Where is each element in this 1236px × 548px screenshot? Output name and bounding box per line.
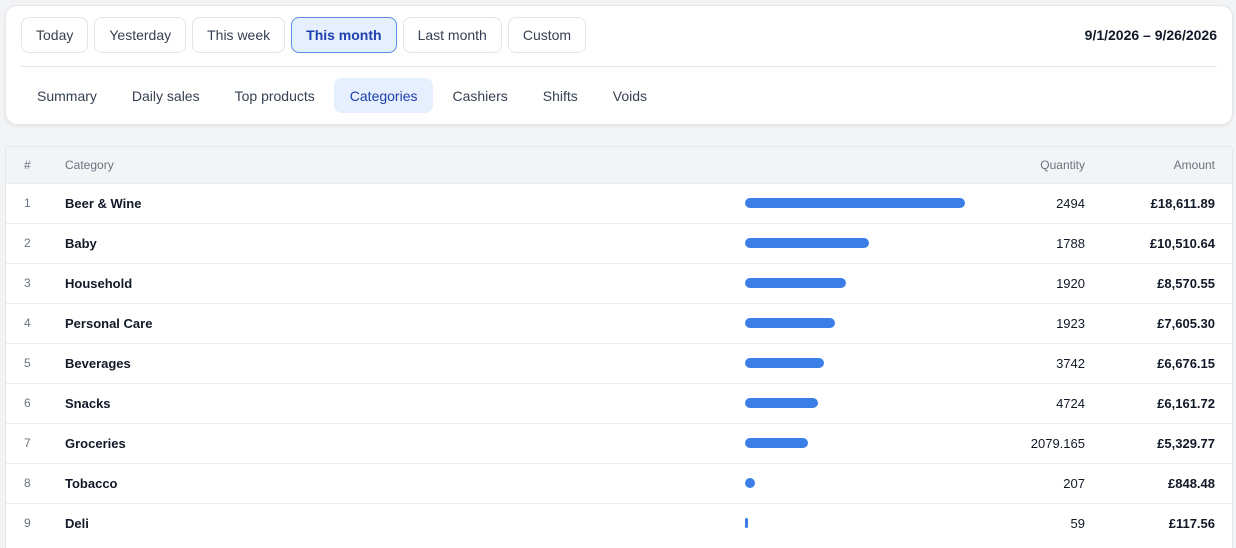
row-amount: £18,611.89 [1150, 195, 1215, 211]
tab-shifts[interactable]: Shifts [527, 78, 594, 113]
row-index: 6 [24, 396, 31, 410]
table-row[interactable]: 3 Household 1920 £8,570.55 [6, 263, 1232, 303]
row-index: 7 [24, 436, 31, 450]
row-index: 1 [24, 196, 31, 210]
share-bar-track [745, 358, 965, 368]
share-bar-track [745, 238, 965, 248]
table-row[interactable]: 6 Snacks 4724 £6,161.72 [6, 383, 1232, 423]
tab-cashiers[interactable]: Cashiers [436, 78, 523, 113]
tab-daily-sales[interactable]: Daily sales [116, 78, 216, 113]
share-bar-fill [745, 238, 870, 248]
report-filter-card: Today Yesterday This week This month Last mo… [5, 5, 1233, 125]
row-amount: £117.56 [1168, 515, 1215, 531]
row-index: 4 [24, 316, 31, 330]
table-row[interactable]: 7 Groceries 2079.165 £5,329.77 [6, 423, 1232, 463]
share-bar-fill [745, 518, 748, 529]
header-category: Category [65, 157, 114, 172]
row-index: 8 [24, 476, 31, 490]
row-amount: £848.48 [1168, 475, 1215, 491]
row-amount: £6,161.72 [1157, 395, 1215, 411]
header-amount: Amount [1173, 157, 1215, 172]
row-category: Baby [65, 235, 97, 251]
row-quantity: 2494 [1056, 195, 1085, 211]
period-button-yesterday[interactable]: Yesterday [94, 17, 187, 53]
share-bar-track [745, 518, 965, 529]
row-quantity: 207 [1063, 475, 1085, 491]
row-amount: £10,510.64 [1149, 235, 1215, 251]
period-selector: Today Yesterday This week This month Last mo… [21, 17, 587, 53]
row-quantity: 3742 [1056, 355, 1085, 371]
tab-voids[interactable]: Voids [597, 78, 663, 113]
row-quantity: 4724 [1056, 395, 1085, 411]
row-category: Beverages [65, 355, 131, 371]
row-category: Snacks [65, 395, 111, 411]
row-share-bar-cell [745, 463, 977, 503]
period-button-custom[interactable]: Custom [507, 17, 587, 53]
date-range-label: 9/1/2026 – 9/26/2026 [1084, 27, 1217, 43]
share-bar-track [745, 478, 965, 488]
tab-top-products[interactable]: Top products [219, 78, 331, 113]
row-quantity: 59 [1070, 515, 1085, 531]
share-bar-track [745, 278, 965, 288]
row-category: Personal Care [65, 315, 153, 331]
share-bar-fill [745, 438, 808, 448]
row-quantity: 1920 [1056, 275, 1085, 291]
row-share-bar-cell [745, 343, 977, 383]
row-share-bar-cell [745, 303, 977, 343]
row-quantity: 1923 [1056, 315, 1085, 331]
report-tabs: Summary Daily sales Top products Categories… [21, 78, 663, 113]
period-button-this-week[interactable]: This week [192, 17, 286, 53]
divider [21, 66, 1217, 67]
row-amount: £7,605.30 [1157, 315, 1215, 331]
share-bar-fill [745, 198, 965, 208]
row-share-bar-cell [745, 263, 977, 303]
period-button-last-month[interactable]: Last month [402, 17, 502, 53]
row-amount: £8,570.55 [1157, 275, 1215, 291]
categories-table: # Category Quantity Amount 1 Beer & Wine 2… [6, 147, 1232, 543]
row-share-bar-cell [745, 383, 977, 423]
header-index: # [24, 157, 31, 172]
row-category: Beer & Wine [65, 195, 142, 211]
share-bar-fill [745, 278, 847, 288]
share-bar-track [745, 398, 965, 408]
share-bar-fill [745, 478, 756, 488]
row-index: 9 [24, 516, 31, 531]
row-category: Deli [65, 515, 89, 531]
tab-categories[interactable]: Categories [333, 78, 434, 113]
table-row[interactable]: 2 Baby 1788 £10,510.64 [6, 223, 1232, 263]
row-amount: £5,329.77 [1157, 435, 1215, 451]
row-share-bar-cell [745, 183, 977, 223]
table-header-row: # Category Quantity Amount [6, 147, 1232, 183]
table-row[interactable]: 5 Beverages 3742 £6,676.15 [6, 343, 1232, 383]
row-category: Tobacco [65, 475, 118, 491]
header-quantity: Quantity [1040, 157, 1085, 172]
row-index: 2 [24, 236, 31, 250]
share-bar-fill [745, 358, 824, 368]
share-bar-fill [745, 318, 835, 328]
share-bar-track [745, 438, 965, 448]
header-bar [745, 147, 977, 183]
table-row[interactable]: 9 Deli 59 £117.56 [6, 503, 1232, 543]
row-amount: £6,676.15 [1157, 355, 1215, 371]
period-button-today[interactable]: Today [21, 17, 89, 53]
share-bar-track [745, 198, 965, 208]
row-index: 5 [24, 356, 31, 370]
categories-table-card: # Category Quantity Amount 1 Beer & Wine 2… [5, 146, 1233, 548]
period-button-this-month[interactable]: This month [291, 17, 397, 53]
tab-summary[interactable]: Summary [21, 78, 113, 113]
share-bar-fill [745, 398, 818, 408]
share-bar-track [745, 318, 965, 328]
row-share-bar-cell [745, 423, 977, 463]
row-quantity: 2079.165 [1030, 435, 1085, 451]
table-row[interactable]: 8 Tobacco 207 £848.48 [6, 463, 1232, 503]
row-quantity: 1788 [1056, 235, 1085, 251]
row-category: Groceries [65, 435, 126, 451]
row-share-bar-cell [745, 223, 977, 263]
table-row[interactable]: 4 Personal Care 1923 £7,605.30 [6, 303, 1232, 343]
table-row[interactable]: 1 Beer & Wine 2494 £18,611.89 [6, 183, 1232, 223]
row-share-bar-cell [745, 503, 977, 543]
row-category: Household [65, 275, 133, 291]
row-index: 3 [24, 276, 31, 290]
